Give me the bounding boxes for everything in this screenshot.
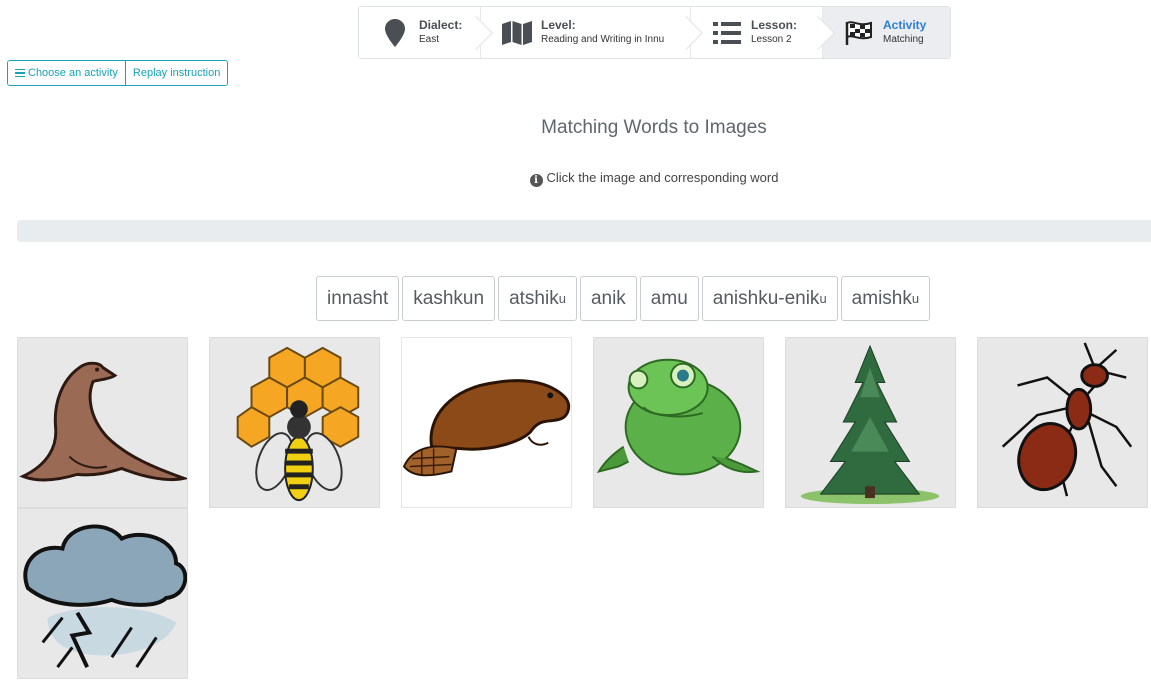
menu-icon	[15, 67, 25, 80]
word-text: atshik	[509, 287, 559, 309]
storm-cloud-image	[23, 524, 187, 669]
instruction: i Click the image and corresponding word	[0, 170, 1151, 187]
replay-instruction-button[interactable]: Replay instruction	[124, 61, 228, 85]
image-grid	[17, 337, 1151, 681]
image-card-frog[interactable]	[593, 337, 764, 508]
crumb-dialect-title: Dialect:	[419, 18, 463, 32]
ant-image	[1001, 342, 1133, 497]
bee-image	[236, 346, 360, 502]
choose-activity-button[interactable]: Choose an activity	[8, 61, 125, 85]
instruction-text: Click the image and corresponding word	[546, 170, 779, 185]
crumb-dialect[interactable]: Dialect: East	[359, 7, 493, 58]
choose-activity-label: Choose an activity	[28, 67, 118, 79]
word-chip[interactable]: amu	[639, 276, 699, 321]
image-card-ant[interactable]	[977, 337, 1148, 508]
crumb-activity[interactable]: Activity Matching	[823, 7, 950, 58]
word-text: amishk	[851, 287, 912, 309]
word-text: amu	[650, 287, 688, 309]
map-pin-icon	[377, 18, 413, 47]
image-card-seal[interactable]	[17, 337, 188, 508]
word-chip[interactable]: anishku-enik u	[701, 276, 838, 321]
image-card-storm-cloud[interactable]	[17, 508, 188, 679]
tree-image	[800, 344, 940, 505]
crumb-activity-title: Activity	[883, 18, 927, 32]
word-chip[interactable]: innasht	[316, 276, 400, 321]
crumb-lesson-title: Lesson:	[751, 18, 798, 32]
word-chip[interactable]: kashkun	[402, 276, 496, 321]
word-text: kashkun	[413, 287, 485, 309]
image-card-bee[interactable]	[209, 337, 380, 508]
word-chip[interactable]: amishk u	[840, 276, 931, 321]
list-icon	[709, 21, 745, 44]
beaver-image	[402, 379, 571, 477]
crumb-dialect-value: East	[419, 34, 440, 45]
word-superscript: u	[911, 291, 920, 306]
word-superscript: u	[819, 291, 827, 306]
activity-title: Matching Words to Images	[541, 117, 767, 138]
word-text: innasht	[327, 287, 389, 309]
word-chip[interactable]: anik	[579, 276, 637, 321]
crumb-level-value: Reading and Writing in Innu	[541, 34, 665, 45]
image-card-beaver[interactable]	[401, 337, 572, 508]
map-icon	[499, 20, 535, 45]
checkered-flag-icon	[841, 20, 877, 45]
word-bank: innasht kashkun atshik u anik amu anishku…	[316, 276, 931, 321]
activity-breadcrumb: Dialect: East Level: Reading and Writing…	[358, 6, 951, 59]
crumb-level[interactable]: Level: Reading and Writing in Innu	[481, 7, 703, 58]
word-chip[interactable]: atshik u	[498, 276, 577, 321]
frog-image	[596, 358, 761, 476]
crumb-lesson-value: Lesson 2	[751, 34, 792, 45]
word-superscript: u	[558, 291, 566, 306]
word-text: anishku-enik	[712, 287, 820, 309]
image-card-tree[interactable]	[785, 337, 956, 508]
crumb-level-title: Level:	[541, 18, 576, 32]
crumb-activity-value: Matching	[883, 34, 924, 45]
activity-toolbar: Choose an activity Replay instruction	[7, 60, 229, 86]
crumb-lesson[interactable]: Lesson: Lesson 2	[691, 7, 835, 58]
seal-image	[19, 361, 187, 482]
info-icon: i	[529, 174, 543, 187]
word-text: anik	[590, 287, 626, 309]
progress-bar	[17, 220, 1151, 242]
